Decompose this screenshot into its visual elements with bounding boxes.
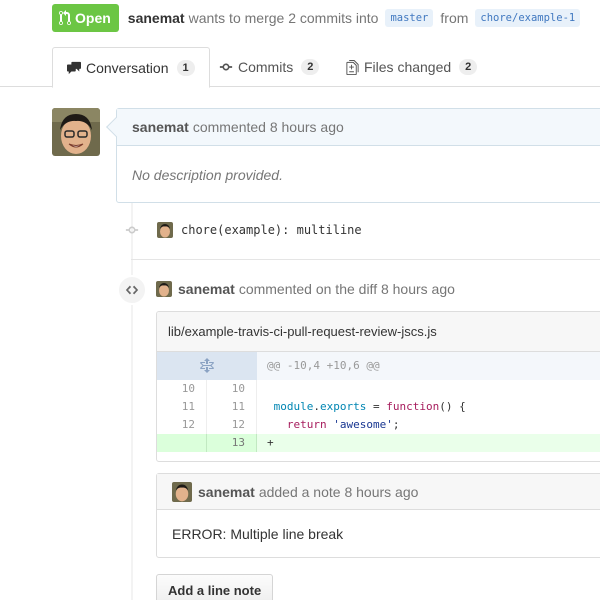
- merge-text: wants to merge 2 commits into: [188, 10, 379, 26]
- tab-conversation-count: 1: [176, 59, 195, 76]
- diff-lines: 10 10 11 11 module.exports = function() {12…: [157, 380, 600, 452]
- diff-line-added[interactable]: 13 +: [157, 434, 600, 452]
- comment-body: No description provided.: [132, 166, 283, 183]
- comment-discussion-icon: [67, 61, 81, 75]
- head-branch[interactable]: chore/example-1: [475, 9, 581, 27]
- diff-file: lib/example-travis-ci-pull-request-revie…: [156, 311, 600, 462]
- from-text: from: [440, 10, 469, 26]
- tab-commits-count: 2: [301, 59, 320, 75]
- comment-header: sanemat commented 8 hours ago: [117, 109, 600, 146]
- line-note: sanemat added a note 8 hours ago ERROR: …: [156, 473, 600, 558]
- old-line-number: [157, 434, 207, 452]
- note-body: ERROR: Multiple line break: [172, 526, 344, 542]
- base-branch[interactable]: master: [385, 9, 434, 27]
- old-line-number: 12: [157, 416, 207, 434]
- diff-icon: [346, 59, 359, 75]
- state-label: Open: [75, 10, 111, 26]
- diff-hunk-header: @@ -10,4 +10,6 @@: [267, 359, 380, 372]
- tab-commits[interactable]: Commits 2: [219, 47, 320, 87]
- pr-description-comment: sanemat commented 8 hours ago No descrip…: [106, 108, 600, 203]
- pr-tabs: Conversation 1 Commits 2 Files changed 2: [0, 47, 600, 88]
- commit-item: chore(example): multiline: [120, 220, 362, 240]
- line-note-header: sanemat added a note 8 hours ago: [157, 474, 600, 510]
- pr-header: Open sanemat wants to merge 2 commits in…: [52, 4, 587, 32]
- commit-message-link[interactable]: chore(example): multiline: [181, 223, 362, 237]
- avatar[interactable]: [52, 108, 100, 156]
- new-line-number: 13: [207, 434, 257, 452]
- git-commit-icon: [120, 223, 144, 237]
- tab-files-changed[interactable]: Files changed 2: [346, 47, 478, 87]
- note-author-link[interactable]: sanemat: [198, 484, 255, 500]
- tab-files-changed-label: Files changed: [364, 59, 452, 75]
- note-timestamp: added a note 8 hours ago: [258, 483, 419, 500]
- diff-line[interactable]: 10 10: [157, 380, 600, 398]
- pr-meta: sanemat wants to merge 2 commits into ma…: [128, 9, 587, 27]
- diff-line[interactable]: 11 11 module.exports = function() {: [157, 398, 600, 416]
- state-badge-open: Open: [52, 4, 119, 32]
- diff-line[interactable]: 12 12 return 'awesome';: [157, 416, 600, 434]
- code-icon: [117, 275, 147, 305]
- old-line-number: 11: [157, 398, 207, 416]
- tab-conversation-label: Conversation: [86, 59, 169, 76]
- new-line-number: 12: [207, 416, 257, 434]
- tab-conversation[interactable]: Conversation 1: [52, 47, 210, 88]
- git-commit-icon: [219, 60, 233, 74]
- tab-commits-label: Commits: [238, 59, 294, 75]
- code-line: module.exports = function() {: [273, 400, 466, 413]
- diff-comment-author-link[interactable]: sanemat: [178, 281, 235, 297]
- unfold-icon[interactable]: [157, 352, 257, 380]
- commit-author-avatar[interactable]: [157, 222, 173, 238]
- new-line-number: 11: [207, 398, 257, 416]
- new-line-number: 10: [207, 380, 257, 398]
- code-line: return 'awesome';: [286, 418, 400, 431]
- old-line-number: 10: [157, 380, 207, 398]
- tab-files-changed-count: 2: [459, 59, 478, 75]
- note-author-avatar[interactable]: [172, 481, 192, 502]
- comment-timestamp: commented 8 hours ago: [192, 119, 344, 135]
- git-pull-request-icon: [59, 10, 71, 26]
- diff-comment-header: sanemat commented on the diff 8 hours ag…: [156, 279, 455, 299]
- pr-author-link[interactable]: sanemat: [128, 10, 185, 26]
- diff-comment-timestamp: commented on the diff 8 hours ago: [238, 281, 455, 297]
- diff-comment-avatar[interactable]: [156, 281, 172, 297]
- diff-hunk-row: @@ -10,4 +10,6 @@: [157, 352, 600, 380]
- timeline-line: [131, 190, 133, 600]
- timeline-divider: [131, 259, 600, 260]
- comment-author-link[interactable]: sanemat: [132, 119, 189, 135]
- add-line-note-button[interactable]: Add a line note: [156, 574, 274, 600]
- file-path-link[interactable]: lib/example-travis-ci-pull-request-revie…: [157, 312, 600, 352]
- code-line: +: [267, 436, 274, 449]
